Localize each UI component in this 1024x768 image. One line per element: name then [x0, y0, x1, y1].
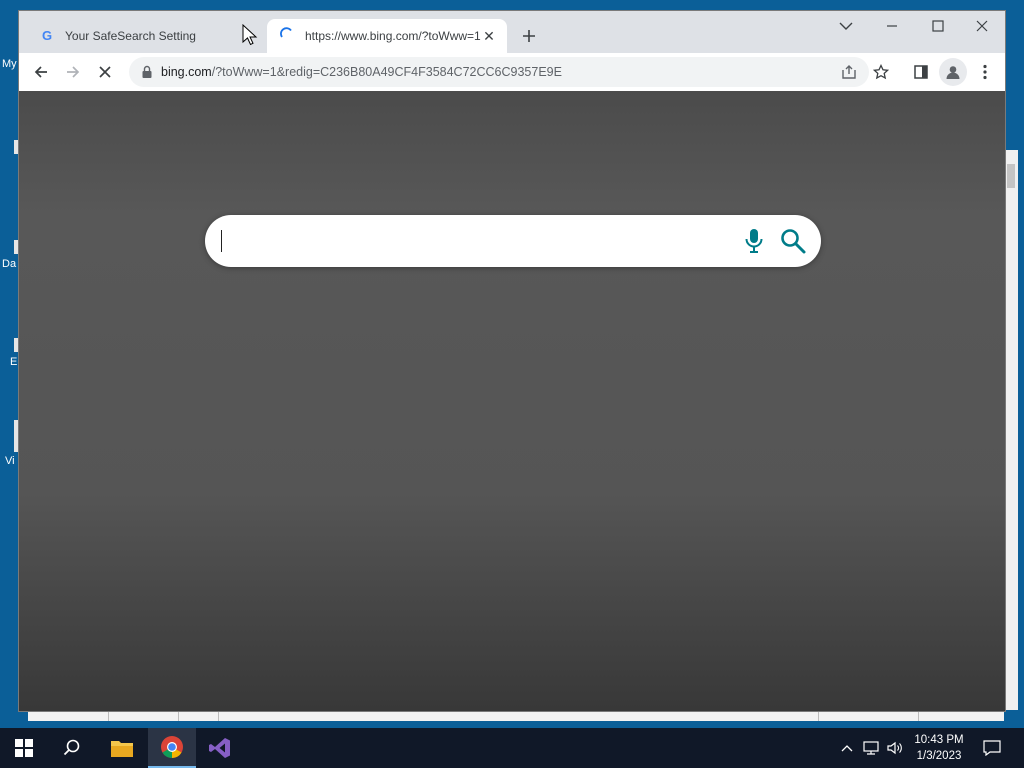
- action-center-button[interactable]: [978, 728, 1006, 768]
- search-icon: [63, 739, 80, 756]
- close-tab-icon[interactable]: ✕: [481, 28, 497, 44]
- side-panel-icon: [914, 65, 928, 79]
- desktop-label[interactable]: Da: [2, 258, 16, 270]
- network-button[interactable]: [860, 728, 882, 768]
- notification-icon: [983, 740, 1001, 756]
- chevron-down-icon: [839, 22, 853, 30]
- tab-strip: G Your SafeSearch Setting https://www.bi…: [19, 11, 1005, 53]
- tab-search-button[interactable]: [823, 11, 869, 41]
- share-button[interactable]: [835, 58, 863, 86]
- desktop-label[interactable]: My: [2, 58, 17, 70]
- desktop-label[interactable]: E: [10, 356, 17, 368]
- search-box[interactable]: [205, 215, 821, 267]
- maximize-icon: [932, 20, 944, 32]
- arrow-right-icon: [67, 66, 80, 78]
- text-caret: [221, 230, 222, 252]
- browser-toolbar: bing.com/?toWww=1&redig=C236B80A49CF4F35…: [19, 53, 1005, 92]
- bookmark-button[interactable]: [867, 58, 895, 86]
- minimize-icon: [887, 25, 897, 27]
- scrollbar-thumb[interactable]: [1007, 164, 1015, 188]
- profile-button[interactable]: [939, 58, 967, 86]
- close-icon: [99, 66, 111, 78]
- page-content: [19, 91, 1005, 711]
- url-host: bing.com: [161, 65, 212, 79]
- close-icon: [976, 20, 988, 32]
- url-path: /?toWww=1&redig=C236B80A49CF4F3584C72CC6…: [211, 65, 562, 79]
- background-scrollbar[interactable]: [1004, 150, 1018, 710]
- close-window-button[interactable]: [959, 11, 1005, 41]
- address-url: bing.com/?toWww=1&redig=C236B80A49CF4F35…: [161, 65, 562, 79]
- tab-title: Your SafeSearch Setting: [65, 29, 196, 43]
- show-hidden-icons-button[interactable]: [838, 728, 856, 768]
- taskbar-search-button[interactable]: [48, 728, 96, 768]
- clock-time: 10:43 PM: [914, 734, 964, 746]
- volume-button[interactable]: [884, 728, 906, 768]
- address-bar[interactable]: bing.com/?toWww=1&redig=C236B80A49CF4F35…: [129, 57, 869, 87]
- network-icon: [863, 741, 879, 755]
- chevron-up-icon: [841, 745, 853, 752]
- chrome-icon: [161, 736, 183, 758]
- microphone-icon[interactable]: [743, 227, 765, 255]
- visual-studio-icon: [209, 738, 230, 758]
- maximize-button[interactable]: [915, 11, 961, 41]
- start-button[interactable]: [0, 728, 48, 768]
- taskbar-clock[interactable]: 10:43 PM 1/3/2023: [906, 732, 972, 764]
- new-tab-button[interactable]: [517, 24, 541, 48]
- arrow-left-icon: [34, 66, 47, 78]
- google-g-icon: G: [41, 28, 55, 45]
- clock-date: 1/3/2023: [916, 750, 962, 762]
- mouse-pointer-icon: [242, 24, 258, 46]
- taskbar: 10:43 PM 1/3/2023: [0, 728, 1024, 768]
- search-icon[interactable]: [779, 227, 807, 255]
- star-icon: [873, 64, 889, 80]
- lock-icon[interactable]: [141, 65, 153, 79]
- chrome-taskbar-button[interactable]: [148, 728, 196, 768]
- avatar-icon: [946, 66, 960, 79]
- tab-safesearch[interactable]: G Your SafeSearch Setting: [29, 19, 259, 53]
- volume-icon: [887, 741, 902, 755]
- stop-loading-button[interactable]: [91, 58, 119, 86]
- back-button[interactable]: [27, 58, 55, 86]
- file-explorer-button[interactable]: [98, 728, 146, 768]
- forward-button[interactable]: [59, 58, 87, 86]
- chrome-window: G Your SafeSearch Setting https://www.bi…: [18, 10, 1006, 712]
- visual-studio-button[interactable]: [196, 728, 244, 768]
- loading-spinner-icon: [279, 26, 295, 46]
- minimize-button[interactable]: [869, 11, 915, 41]
- tab-title: https://www.bing.com/?toWww=1: [305, 29, 481, 43]
- svg-text:G: G: [42, 28, 52, 42]
- share-icon: [842, 65, 856, 79]
- more-vert-icon: [983, 64, 987, 80]
- menu-button[interactable]: [971, 58, 999, 86]
- desktop-label[interactable]: Vi: [5, 455, 15, 467]
- file-explorer-icon: [111, 741, 133, 757]
- side-panel-button[interactable]: [907, 58, 935, 86]
- tab-bing[interactable]: https://www.bing.com/?toWww=1 ✕: [267, 19, 507, 53]
- windows-logo-icon: [15, 739, 33, 757]
